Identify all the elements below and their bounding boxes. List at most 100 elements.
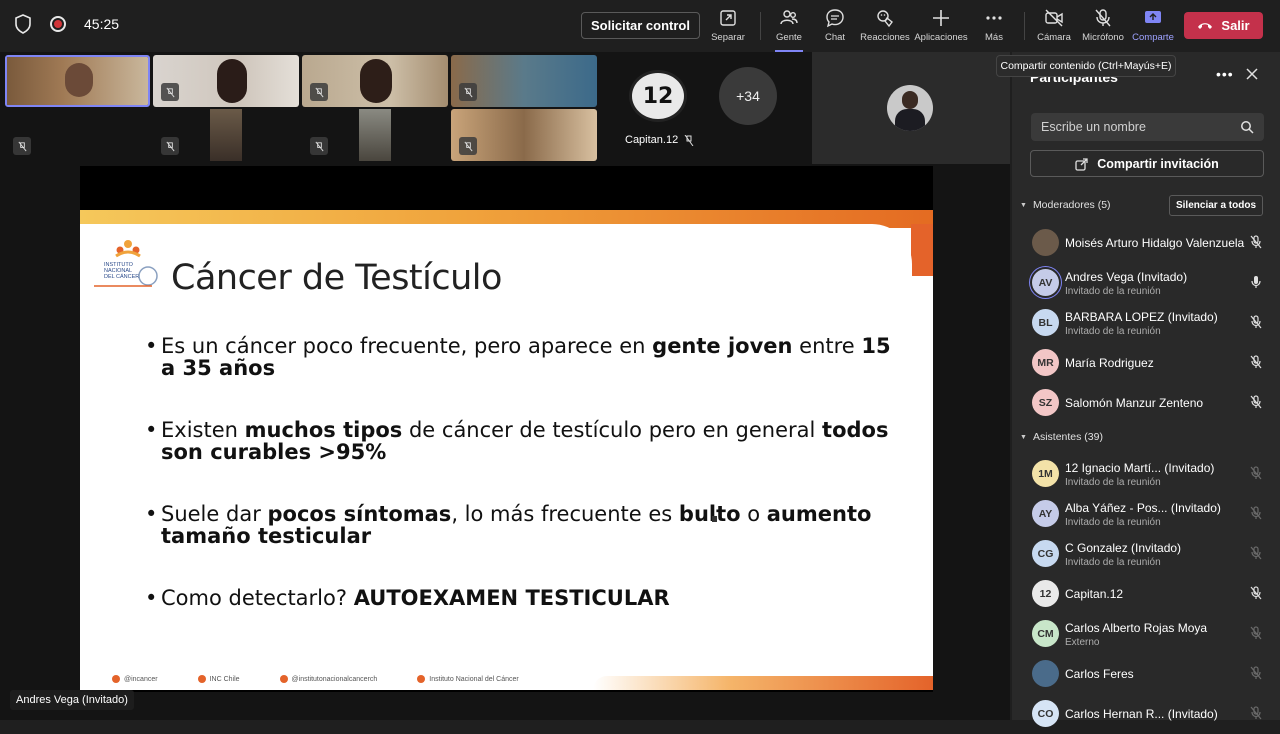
video-tile[interactable] (302, 109, 448, 161)
more-button[interactable]: Más (966, 8, 1022, 46)
participant-avatar-photo (887, 85, 933, 131)
participant-row[interactable]: CG C Gonzalez (Invitado) Invitado de la re… (1012, 534, 1280, 574)
slide-footer-band (593, 676, 933, 690)
participant-name: C Gonzalez (Invitado) (1065, 541, 1182, 555)
bullet-text: pocos síntomas (267, 502, 452, 526)
social-icon (417, 675, 426, 683)
participants-panel: Participantes ••• Escribe un nombre Comp… (1012, 52, 1280, 727)
participant-row[interactable]: Moisés Arturo Hidalgo Valenzuela (1012, 223, 1280, 263)
institute-logo: INSTITUTO NACIONAL DEL CÁNCER (94, 240, 158, 287)
microphone-button[interactable]: Micrófono (1075, 8, 1131, 46)
camera-button[interactable]: Cámara (1026, 8, 1082, 46)
search-participants-input[interactable]: Escribe un nombre (1031, 113, 1264, 141)
video-tile-speaker[interactable] (5, 55, 150, 107)
share-label: Comparte (1132, 32, 1174, 43)
bullet-text: muchos tipos (244, 418, 403, 442)
footer-text: @institutonacionalcancerch (291, 675, 378, 683)
panel-more-options-button[interactable]: ••• (1216, 66, 1234, 82)
participant-role: Externo (1065, 637, 1100, 648)
popout-button[interactable]: Separar (700, 8, 756, 46)
avatar: 12 (1032, 580, 1059, 607)
participant-row[interactable]: AY Alba Yáñez - Pos... (Invitado) Invitado… (1012, 494, 1280, 534)
mic-off-icon (1095, 9, 1111, 27)
muted-mic-icon (459, 83, 477, 101)
moderators-section-header[interactable]: ▼ Moderadores (5) (1020, 199, 1111, 211)
attendees-section-header[interactable]: ▼ Asistentes (39) (1020, 431, 1103, 443)
participant-row[interactable]: Carlos Feres (1012, 654, 1280, 694)
reactions-label: Reacciones (860, 32, 910, 43)
avatar: AV (1032, 269, 1059, 296)
participant-row[interactable]: MR María Rodriguez (1012, 343, 1280, 383)
capitan-tile-label: Capitan.12 (625, 134, 694, 146)
participant-row[interactable]: 1M 12 Ignacio Martí... (Invitado) Invitado… (1012, 454, 1280, 494)
bullet-text: Como detectarlo? (161, 586, 354, 610)
phone-hangup-icon (1198, 22, 1213, 29)
chat-label: Chat (824, 32, 846, 43)
avatar: SZ (1032, 389, 1059, 416)
video-tile[interactable] (451, 55, 597, 107)
avatar (1032, 229, 1059, 256)
attendees-label: Asistentes (39) (1032, 431, 1103, 443)
video-tile[interactable] (5, 109, 150, 161)
people-label: Gente (776, 32, 802, 43)
mic-off-icon (1250, 546, 1262, 560)
mic-off-icon (1250, 355, 1262, 369)
share-invite-label: Compartir invitación (1097, 156, 1219, 171)
slide-bullet: Suele dar pocos síntomas, lo más frecuen… (145, 503, 905, 547)
reactions-icon (877, 10, 893, 28)
mic-off-icon (1250, 466, 1262, 480)
avatar: CO (1032, 700, 1059, 727)
participant-silhouette (360, 59, 392, 103)
leave-button[interactable]: Salir (1184, 12, 1263, 39)
participant-row[interactable]: BL BARBARA LOPEZ (Invitado) Invitado de la… (1012, 303, 1280, 343)
share-tooltip: Compartir contenido (Ctrl+Mayús+E) (996, 55, 1176, 77)
participant-role: Invitado de la reunión (1065, 286, 1161, 297)
more-icon (986, 16, 1002, 20)
video-tile[interactable] (302, 55, 448, 107)
mic-off-icon (1250, 235, 1262, 249)
bullet-text: bulto (678, 502, 741, 526)
social-icon (197, 675, 206, 683)
participant-row[interactable]: CM Carlos Alberto Rojas Moya Externo (1012, 614, 1280, 654)
more-participants-button[interactable]: +34 (719, 67, 777, 125)
camera-label: Cámara (1037, 32, 1071, 43)
apps-button[interactable]: Aplicaciones (913, 8, 969, 46)
close-icon[interactable] (1244, 66, 1260, 82)
camera-off-icon (1045, 9, 1063, 27)
participant-role: Invitado de la reunión (1065, 477, 1161, 488)
bullet-text: o (740, 502, 767, 526)
meeting-stage: 12 Capitan.12 +34 INSTITUTO NACIONAL DEL… (0, 52, 1010, 720)
participant-row[interactable]: CO Carlos Hernan R... (Invitado) (1012, 694, 1280, 734)
video-feed (359, 109, 391, 161)
avatar: 1M (1032, 460, 1059, 487)
video-tile[interactable] (153, 109, 299, 161)
mic-off-icon (1250, 315, 1262, 329)
bullet-text: gente joven (652, 334, 793, 358)
slide-footer-item: Instituto Nacional del Cáncer (417, 675, 519, 683)
participant-row[interactable]: SZ Salomón Manzur Zenteno (1012, 383, 1280, 423)
participant-row[interactable]: AV Andres Vega (Invitado) Invitado de la r… (1012, 263, 1280, 303)
avatar: CG (1032, 540, 1059, 567)
reactions-button[interactable]: Reacciones (857, 8, 913, 46)
popout-label: Separar (711, 32, 745, 43)
share-link-icon (1075, 157, 1088, 171)
video-tile[interactable] (153, 55, 299, 107)
share-invite-button[interactable]: Compartir invitación (1030, 150, 1264, 177)
participant-row[interactable]: 12 Capitan.12 (1012, 574, 1280, 614)
bullet-text: AUTOEXAMEN TESTICULAR (353, 586, 670, 610)
capitan-avatar[interactable]: 12 (629, 70, 687, 122)
mic-off-icon (1250, 666, 1262, 680)
chat-button[interactable]: Chat (807, 8, 863, 46)
capitan-logo-text: 12 (642, 83, 674, 109)
slide-footer-item: @institutonacionalcancerch (279, 675, 378, 683)
muted-mic-icon (684, 134, 694, 146)
participant-name: Moisés Arturo Hidalgo Valenzuela (1065, 236, 1245, 250)
share-icon (1145, 11, 1161, 23)
more-label: Más (985, 32, 1003, 43)
request-control-button[interactable]: Solicitar control (581, 12, 700, 39)
participant-silhouette (65, 63, 93, 97)
share-button[interactable]: Comparte (1125, 8, 1181, 46)
video-tile[interactable] (451, 109, 597, 161)
mute-all-button[interactable]: Silenciar a todos (1169, 195, 1263, 216)
slide-header-accent (911, 224, 933, 276)
